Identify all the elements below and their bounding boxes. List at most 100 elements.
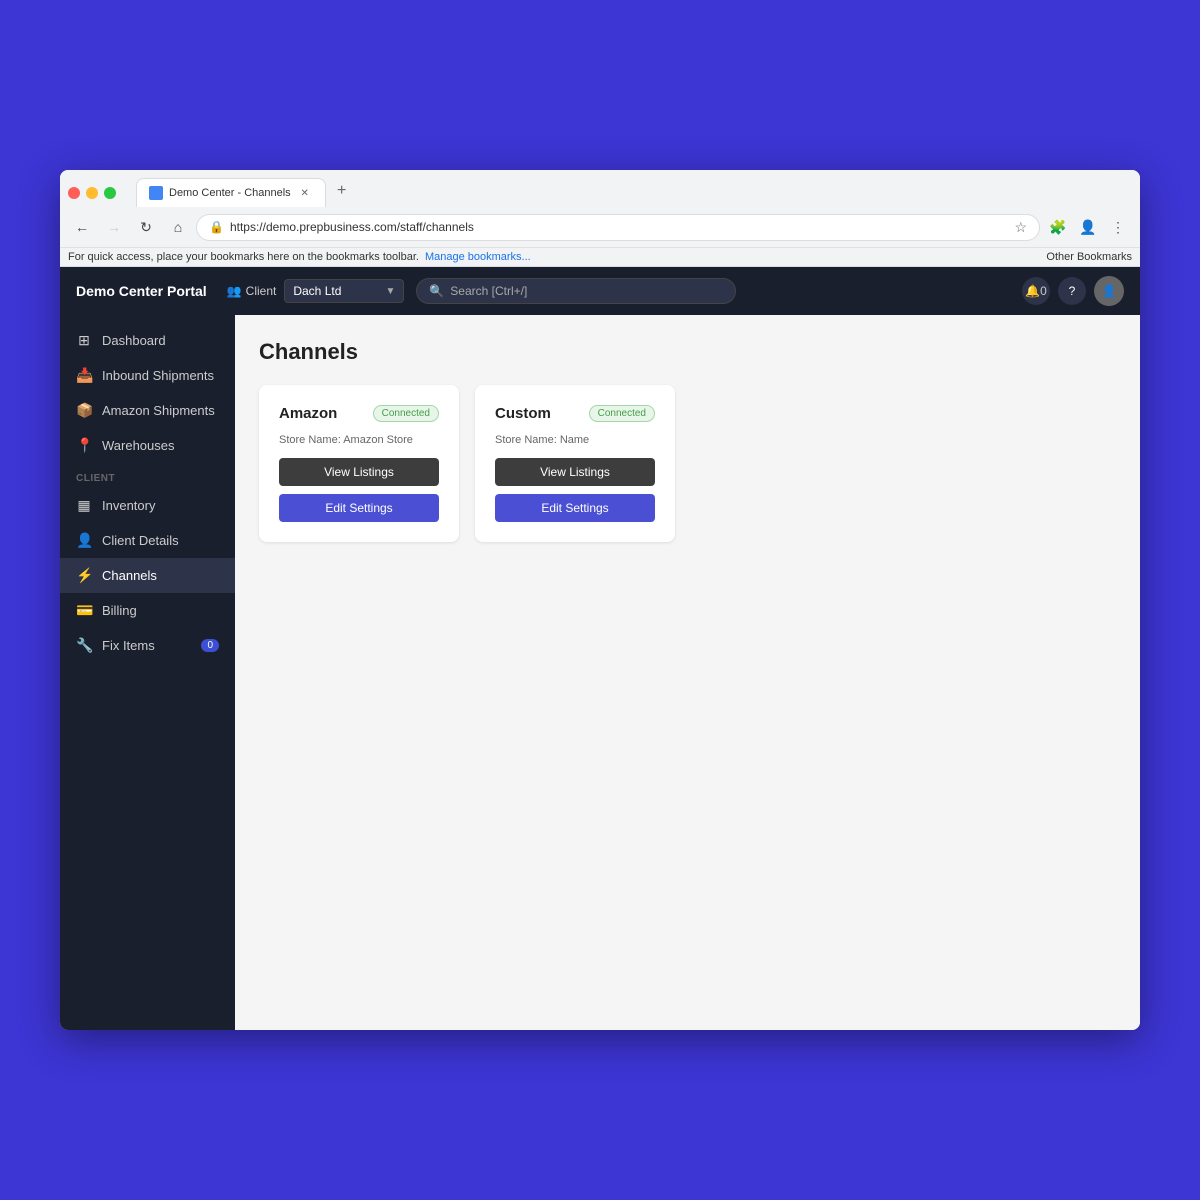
app-content: Demo Center Portal 👥 Client Dach Ltd ▼ 🔍… bbox=[60, 267, 1140, 1030]
inbound-shipments-icon: 📥 bbox=[76, 367, 92, 384]
minimize-button[interactable] bbox=[86, 187, 98, 199]
custom-channel-name: Custom bbox=[495, 405, 551, 422]
dropdown-arrow-icon: ▼ bbox=[385, 286, 395, 297]
channels-grid: Amazon Connected Store Name: Amazon Stor… bbox=[259, 385, 1116, 542]
browser-toolbar: ← → ↻ ⌂ 🔒 https://demo.prepbusiness.com/… bbox=[60, 207, 1140, 247]
nav-actions: 🔔 0 ? 👤 bbox=[1022, 276, 1124, 306]
close-button[interactable] bbox=[68, 187, 80, 199]
sidebar-item-amazon-shipments[interactable]: 📦 Amazon Shipments bbox=[60, 393, 235, 428]
sidebar-item-warehouses[interactable]: 📍 Warehouses bbox=[60, 428, 235, 463]
window-controls bbox=[68, 187, 116, 199]
help-button[interactable]: ? bbox=[1058, 277, 1086, 305]
sidebar-item-amazon-label: Amazon Shipments bbox=[102, 403, 215, 418]
tab-bar: Demo Center - Channels ✕ + bbox=[128, 178, 362, 207]
sidebar-item-dashboard[interactable]: ⊞ Dashboard bbox=[60, 323, 235, 358]
channel-card-custom: Custom Connected Store Name: Name View L… bbox=[475, 385, 675, 542]
channel-card-header-amazon: Amazon Connected bbox=[279, 405, 439, 422]
browser-chrome: Demo Center - Channels ✕ + ← → ↻ ⌂ 🔒 htt… bbox=[60, 170, 1140, 267]
page-title: Channels bbox=[259, 339, 1116, 365]
amazon-store-value: Amazon Store bbox=[343, 434, 413, 446]
home-button[interactable]: ⌂ bbox=[164, 213, 192, 241]
amazon-edit-settings-button[interactable]: Edit Settings bbox=[279, 494, 439, 522]
custom-store-value: Name bbox=[560, 434, 589, 446]
sidebar-item-billing[interactable]: 💳 Billing bbox=[60, 593, 235, 628]
fix-items-icon: 🔧 bbox=[76, 637, 92, 654]
client-details-icon: 👤 bbox=[76, 532, 92, 549]
custom-edit-settings-button[interactable]: Edit Settings bbox=[495, 494, 655, 522]
tab-title: Demo Center - Channels bbox=[169, 187, 291, 199]
menu-button[interactable]: ⋮ bbox=[1104, 213, 1132, 241]
amazon-channel-name: Amazon bbox=[279, 405, 337, 422]
amazon-channel-buttons: View Listings Edit Settings bbox=[279, 458, 439, 522]
amazon-view-listings-button[interactable]: View Listings bbox=[279, 458, 439, 486]
channel-card-amazon: Amazon Connected Store Name: Amazon Stor… bbox=[259, 385, 459, 542]
channels-icon: ⚡ bbox=[76, 567, 92, 584]
profile-button[interactable]: 👤 bbox=[1074, 213, 1102, 241]
amazon-store-label: Store Name: bbox=[279, 434, 341, 446]
main-content: Channels Amazon Connected Store Name: Am… bbox=[235, 315, 1140, 1030]
other-bookmarks[interactable]: Other Bookmarks bbox=[1046, 251, 1132, 263]
warehouses-icon: 📍 bbox=[76, 437, 92, 454]
bookmark-star-button[interactable]: ☆ bbox=[1014, 219, 1027, 236]
custom-store-label: Store Name: bbox=[495, 434, 557, 446]
active-tab[interactable]: Demo Center - Channels ✕ bbox=[136, 178, 326, 207]
client-dropdown-value: Dach Ltd bbox=[293, 284, 341, 298]
search-placeholder: Search [Ctrl+/] bbox=[450, 284, 527, 298]
main-layout: ⊞ Dashboard 📥 Inbound Shipments 📦 Amazon… bbox=[60, 315, 1140, 1030]
sidebar-item-dashboard-label: Dashboard bbox=[102, 333, 166, 348]
sidebar-item-fix-items-label: Fix Items bbox=[102, 638, 155, 653]
custom-channel-buttons: View Listings Edit Settings bbox=[495, 458, 655, 522]
fix-items-badge: 0 bbox=[201, 639, 219, 652]
sidebar-item-fix-items[interactable]: 🔧 Fix Items 0 bbox=[60, 628, 235, 663]
sidebar-item-inventory-label: Inventory bbox=[102, 498, 155, 513]
sidebar-item-inbound-shipments[interactable]: 📥 Inbound Shipments bbox=[60, 358, 235, 393]
custom-connected-badge: Connected bbox=[589, 405, 655, 422]
maximize-button[interactable] bbox=[104, 187, 116, 199]
custom-view-listings-button[interactable]: View Listings bbox=[495, 458, 655, 486]
bookmark-bar: For quick access, place your bookmarks h… bbox=[60, 247, 1140, 266]
amazon-store-name: Store Name: Amazon Store bbox=[279, 434, 439, 446]
sidebar: ⊞ Dashboard 📥 Inbound Shipments 📦 Amazon… bbox=[60, 315, 235, 1030]
client-icon: 👥 bbox=[227, 284, 242, 298]
extensions-button[interactable]: 🧩 bbox=[1044, 213, 1072, 241]
notification-count: 0 bbox=[1040, 284, 1047, 298]
avatar-icon: 👤 bbox=[1102, 284, 1117, 298]
back-button[interactable]: ← bbox=[68, 213, 96, 241]
sidebar-item-warehouses-label: Warehouses bbox=[102, 438, 175, 453]
address-bar[interactable]: 🔒 https://demo.prepbusiness.com/staff/ch… bbox=[196, 214, 1040, 241]
tab-favicon bbox=[149, 186, 163, 200]
search-bar[interactable]: 🔍 Search [Ctrl+/] bbox=[416, 278, 736, 304]
help-icon: ? bbox=[1069, 284, 1076, 298]
url-text: https://demo.prepbusiness.com/staff/chan… bbox=[230, 220, 1008, 234]
sidebar-item-inventory[interactable]: ▦ Inventory bbox=[60, 488, 235, 523]
search-icon: 🔍 bbox=[429, 284, 444, 298]
reload-button[interactable]: ↻ bbox=[132, 213, 160, 241]
forward-button[interactable]: → bbox=[100, 213, 128, 241]
browser-window: Demo Center - Channels ✕ + ← → ↻ ⌂ 🔒 htt… bbox=[60, 170, 1140, 1030]
sidebar-item-channels-label: Channels bbox=[102, 568, 157, 583]
tab-close-button[interactable]: ✕ bbox=[297, 185, 313, 201]
amazon-shipments-icon: 📦 bbox=[76, 402, 92, 419]
custom-store-name: Store Name: Name bbox=[495, 434, 655, 446]
sidebar-item-client-details[interactable]: 👤 Client Details bbox=[60, 523, 235, 558]
dashboard-icon: ⊞ bbox=[76, 332, 92, 349]
toolbar-actions: 🧩 👤 ⋮ bbox=[1044, 213, 1132, 241]
address-bar-icons: 🔒 bbox=[209, 220, 224, 234]
client-section-label: CLIENT bbox=[60, 463, 235, 488]
user-avatar[interactable]: 👤 bbox=[1094, 276, 1124, 306]
channel-card-header-custom: Custom Connected bbox=[495, 405, 655, 422]
client-selector: 👥 Client Dach Ltd ▼ bbox=[227, 279, 405, 303]
client-dropdown[interactable]: Dach Ltd ▼ bbox=[284, 279, 404, 303]
manage-bookmarks-link[interactable]: Manage bookmarks... bbox=[425, 251, 531, 263]
sidebar-item-client-details-label: Client Details bbox=[102, 533, 179, 548]
sidebar-item-billing-label: Billing bbox=[102, 603, 137, 618]
bookmark-bar-text: For quick access, place your bookmarks h… bbox=[68, 251, 419, 263]
billing-icon: 💳 bbox=[76, 602, 92, 619]
sidebar-item-inbound-label: Inbound Shipments bbox=[102, 368, 214, 383]
browser-title-bar: Demo Center - Channels ✕ + bbox=[60, 170, 1140, 207]
amazon-connected-badge: Connected bbox=[373, 405, 439, 422]
sidebar-item-channels[interactable]: ⚡ Channels bbox=[60, 558, 235, 593]
new-tab-button[interactable]: + bbox=[330, 179, 354, 203]
notifications-button[interactable]: 🔔 0 bbox=[1022, 277, 1050, 305]
client-label: 👥 Client bbox=[227, 284, 277, 298]
